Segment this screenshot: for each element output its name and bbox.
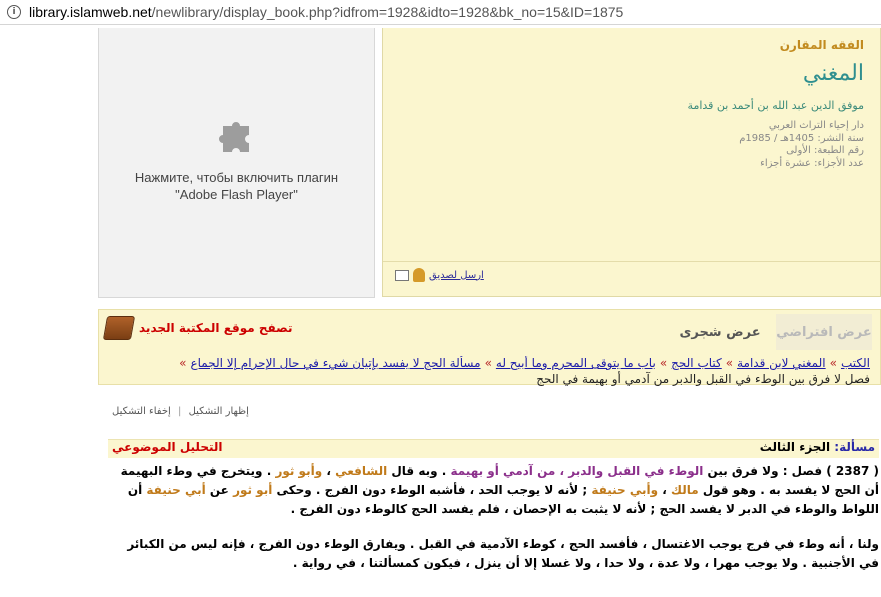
issue-header: مسألة: الجزء الثالث التحليل الموضوعي [108, 439, 879, 458]
breadcrumb-current: فصل لا فرق بين الوطء في القبل والدبر من … [536, 372, 870, 386]
breadcrumb-chapter[interactable]: كتاب الحج [671, 356, 722, 370]
scholar-name[interactable]: أبو ثور [233, 483, 272, 497]
info-icon[interactable]: i [7, 5, 21, 19]
book-icon [102, 316, 136, 340]
breadcrumb-separator: » [484, 356, 492, 370]
issue-value: الجزء الثالث [759, 440, 831, 454]
scholar-name[interactable]: الشافعي [335, 464, 387, 478]
book-publisher: دار إحياء التراث العربي [768, 120, 864, 131]
book-text: ( 2387 ) فصل : ولا فرق بين الوطء في القب… [108, 462, 879, 589]
book-author[interactable]: موفق الدين عبد الله بن أحمد بن قدامة [688, 99, 864, 112]
tab-default-view[interactable]: عرض افتراضي [776, 314, 872, 350]
address-bar[interactable]: i library.islamweb.net/newlibrary/displa… [0, 0, 881, 25]
text-segment: ، [322, 464, 336, 478]
diacritics-toggles: إظهار التشكيل | إخفاء التشكيل [112, 406, 249, 417]
breadcrumb-issue[interactable]: مسألة الحج لا يفسد بإتيان شيء في حال الإ… [190, 356, 480, 370]
text-segment: عن [205, 483, 234, 497]
tab-tree-view[interactable]: عرض شجرى [678, 314, 762, 350]
send-to-friend[interactable]: ارسل لصديق [395, 268, 484, 282]
breadcrumb: الكتب»المغني لابن قدامة»كتاب الحج»باب ما… [99, 356, 880, 372]
text-segment: ، [658, 483, 672, 497]
book-parts: عدد الأجزاء: عشرة أجزاء [760, 157, 864, 169]
breadcrumb-section[interactable]: باب ما يتوقى المحرم وما أبيح له [496, 356, 656, 370]
person-icon [413, 268, 425, 282]
paragraph-1: ( 2387 ) فصل : ولا فرق بين الوطء في القب… [108, 462, 879, 519]
text-segment: ( 2387 ) فصل : ولا فرق بين [703, 464, 879, 478]
scholar-name[interactable]: وأبي حنيفة [591, 483, 658, 497]
view-tabs-panel: عرض افتراضي عرض شجرى تصفح موقع المكتبة ا… [98, 309, 881, 386]
hadith-phrase[interactable]: الوطء في القبل والدبر ، من آدمي أو بهيمة [450, 464, 703, 478]
url-path: /newlibrary/display_book.php?idfrom=1928… [151, 4, 624, 20]
plugin-puzzle-icon [219, 122, 249, 152]
book-pub-year: سنة النشر: 1405هـ / 1985م [739, 132, 864, 144]
show-diacritics-link[interactable]: إظهار التشكيل [189, 406, 249, 417]
breadcrumb-separator: » [179, 356, 187, 370]
breadcrumb-books[interactable]: الكتب [841, 356, 870, 370]
book-info-divider [383, 261, 880, 262]
scholar-name[interactable]: مالك [671, 483, 699, 497]
scholar-name[interactable]: أبي حنيفة [146, 483, 205, 497]
envelope-icon [395, 269, 409, 281]
breadcrumb-separator: » [659, 356, 668, 370]
issue-title: مسألة: الجزء الثالث [760, 440, 875, 454]
flash-message-line1: Нажмите, чтобы включить плагин [134, 170, 339, 185]
paragraph-2: ولنا ، أنه وطء في فرج يوجب الاغتسال ، فأ… [127, 537, 879, 570]
issue-label: مسألة: [834, 440, 875, 454]
book-title: المغني [802, 61, 864, 86]
flash-plugin-placeholder[interactable]: Нажмите, чтобы включить плагин "Adobe Fl… [98, 28, 375, 298]
new-site-label[interactable]: تصفح موقع المكتبة الجديد [139, 321, 293, 335]
breadcrumb-book[interactable]: المغني لابن قدامة [737, 356, 826, 370]
hide-diacritics-link[interactable]: إخفاء التشكيل [112, 406, 171, 417]
url-host: library.islamweb.net [29, 4, 152, 20]
book-edition: رقم الطبعة: الأولى [786, 145, 864, 156]
breadcrumb-separator: » [829, 356, 837, 370]
new-site-link[interactable]: تصفح موقع المكتبة الجديد [102, 316, 293, 340]
flash-message-line2: "Adobe Flash Player" [175, 187, 298, 202]
topical-analysis-link[interactable]: التحليل الموضوعي [112, 440, 223, 454]
scholar-name[interactable]: وأبو ثور [275, 464, 322, 478]
book-category[interactable]: الفقه المقارن [780, 38, 864, 52]
flash-message: Нажмите, чтобы включить плагин "Adobe Fl… [99, 169, 374, 203]
send-to-friend-link[interactable]: ارسل لصديق [429, 270, 484, 281]
url-text[interactable]: library.islamweb.net/newlibrary/display_… [29, 4, 623, 20]
book-meta: دار إحياء التراث العربي سنة النشر: 1405ه… [739, 120, 864, 170]
text-segment: . وبه قال [387, 464, 451, 478]
book-info-panel: الفقه المقارن المغني موفق الدين عبد الله… [382, 28, 881, 297]
toggle-divider: | [178, 406, 182, 417]
breadcrumb-separator: » [725, 356, 734, 370]
text-segment: ; لأنه لا يوجب الحد ، فأشبه الوطء دون ال… [272, 483, 592, 497]
